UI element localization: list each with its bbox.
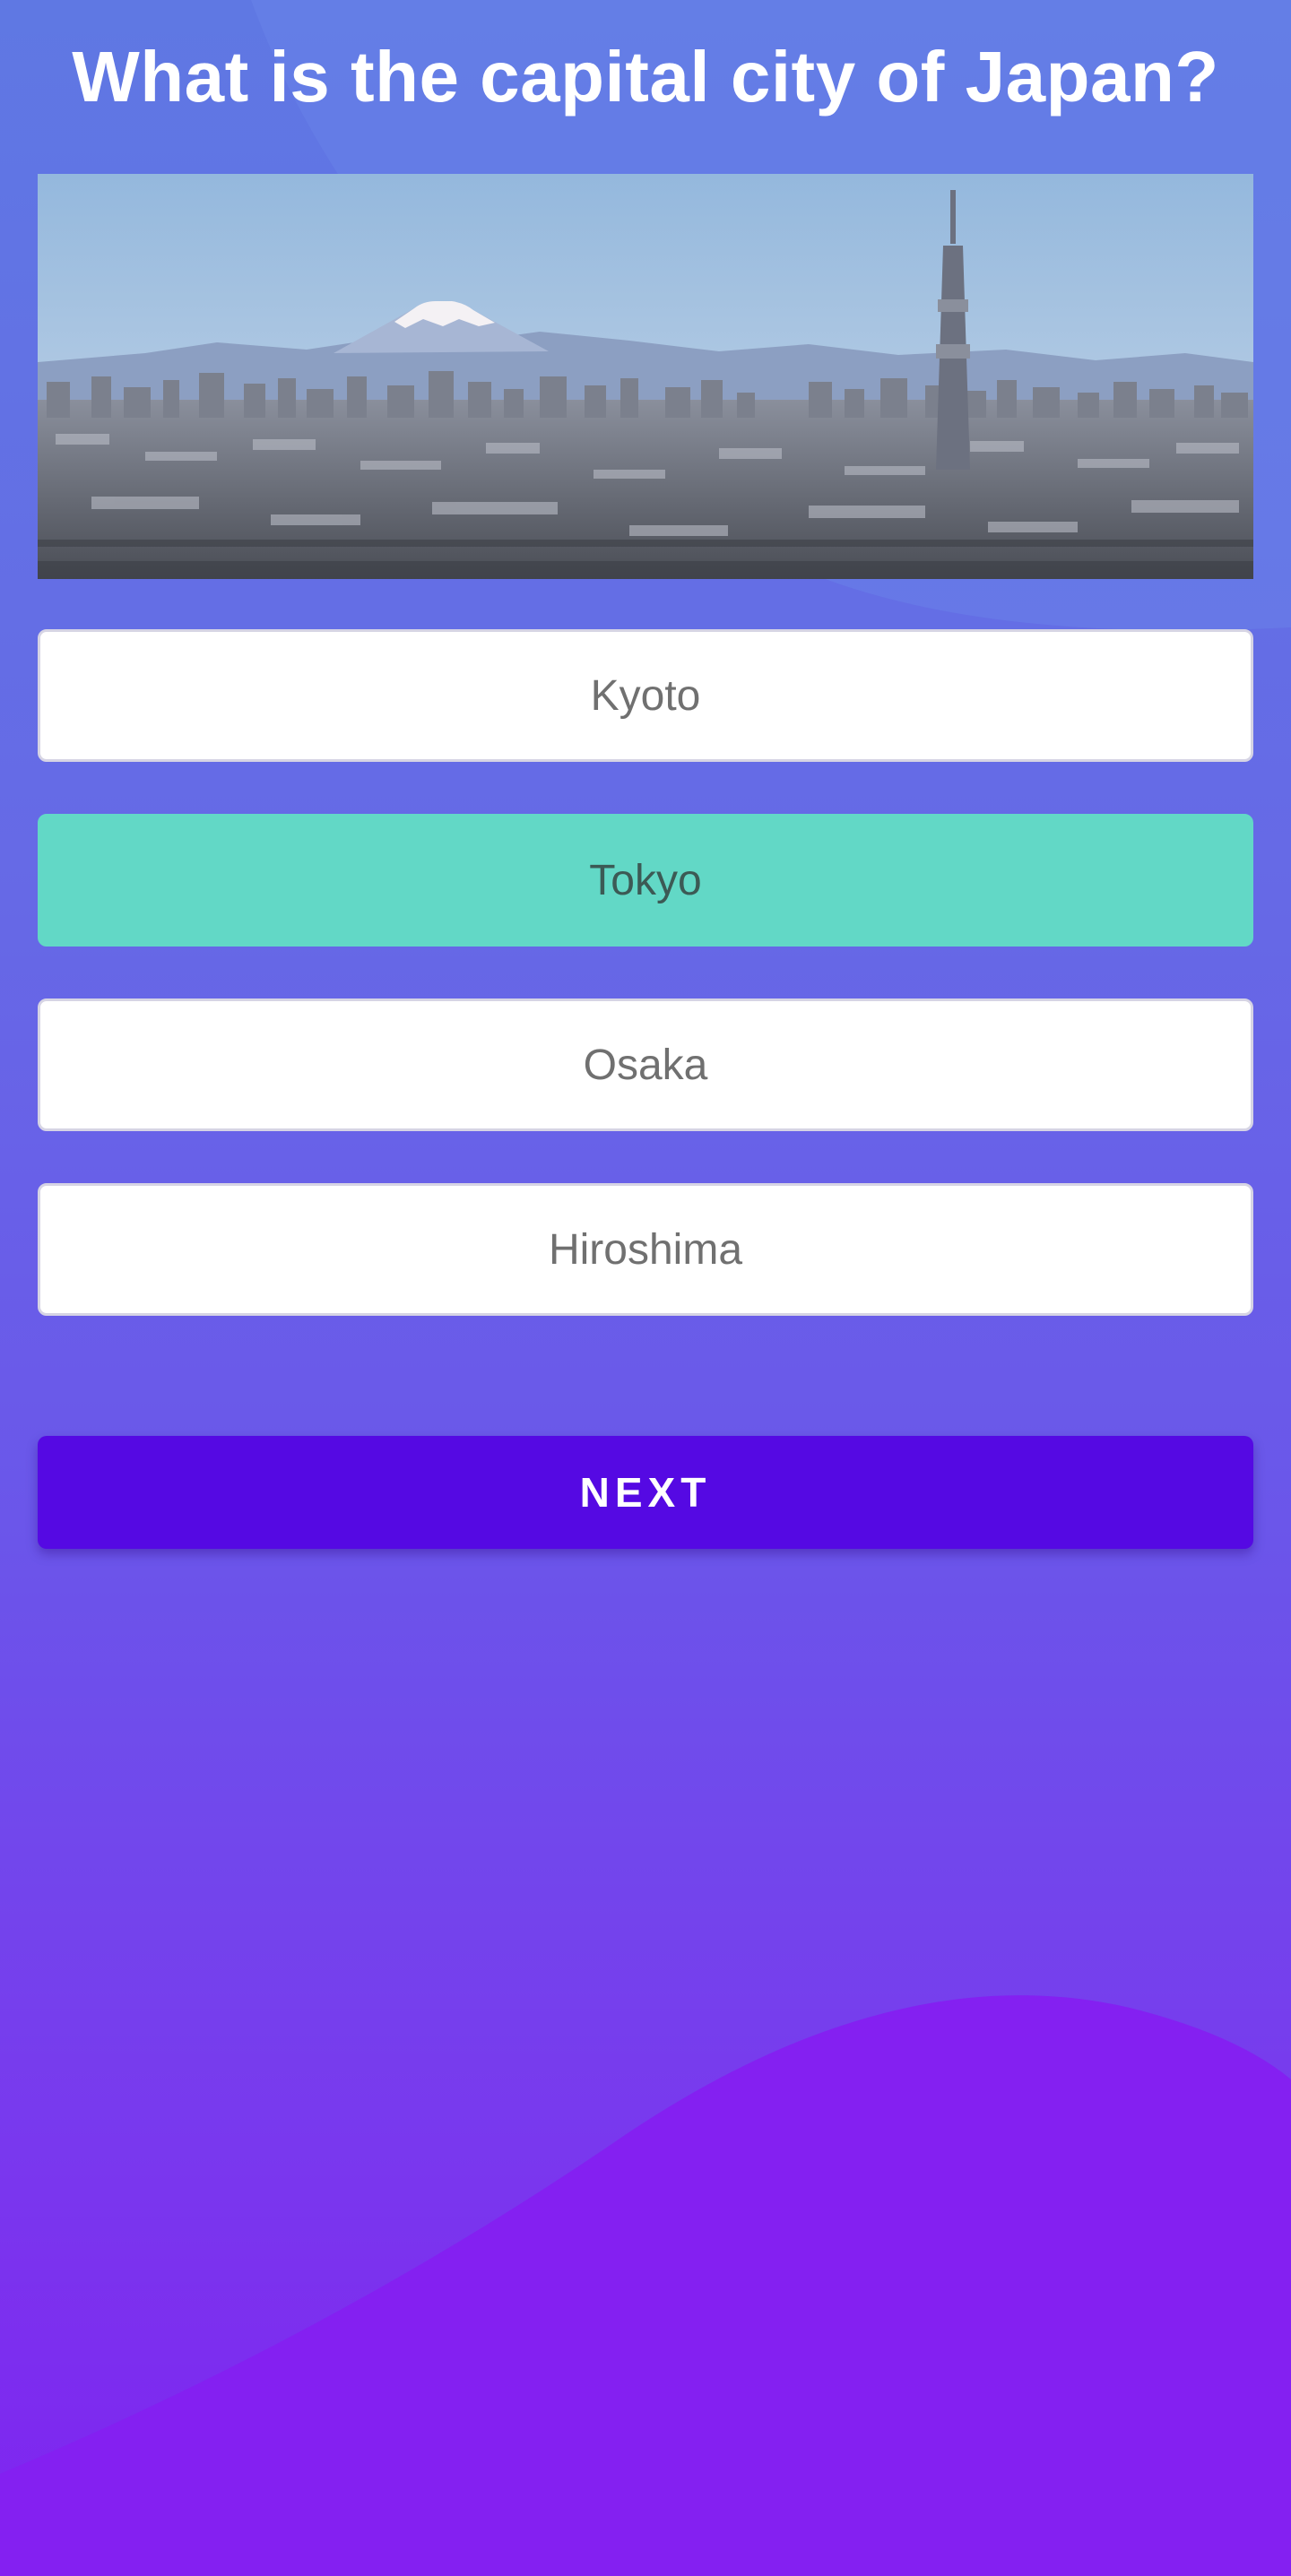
next-button[interactable]: NEXT — [38, 1436, 1253, 1549]
option-tokyo-selected[interactable]: Tokyo — [38, 814, 1253, 947]
background-bottom-wave — [0, 1995, 1291, 2576]
question-image — [38, 174, 1253, 579]
option-osaka[interactable]: Osaka — [38, 998, 1253, 1131]
option-kyoto[interactable]: Kyoto — [38, 629, 1253, 762]
question-title: What is the capital city of Japan? — [72, 37, 1219, 117]
tokyo-skyline-image — [38, 174, 1253, 579]
option-hiroshima[interactable]: Hiroshima — [38, 1183, 1253, 1316]
answer-options: Kyoto Tokyo Osaka Hiroshima — [38, 629, 1253, 1368]
